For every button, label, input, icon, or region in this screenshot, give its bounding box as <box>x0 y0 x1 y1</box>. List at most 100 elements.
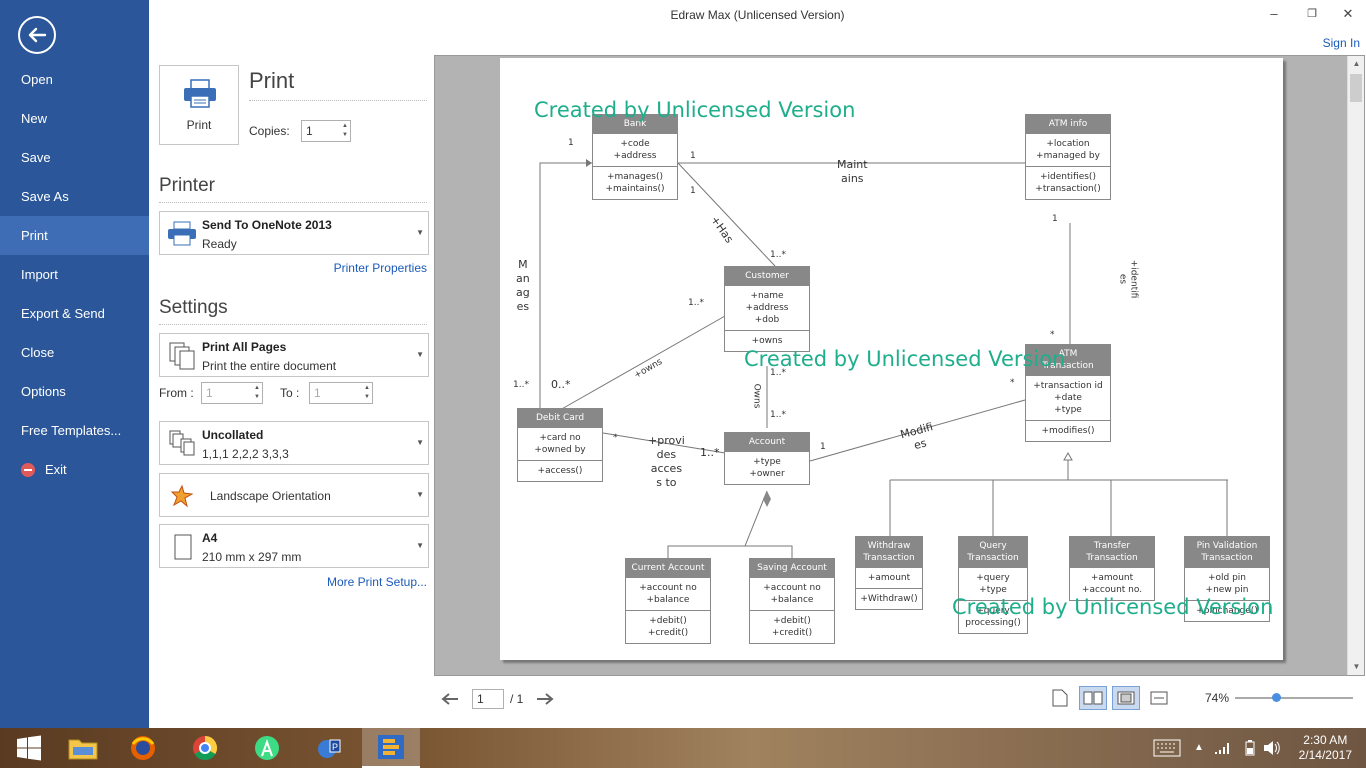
multiplicity: * <box>613 433 618 443</box>
svg-text:P: P <box>332 742 338 752</box>
multiplicity: 1..* <box>770 410 786 420</box>
sidebar-item-exit[interactable]: Exit <box>0 450 149 489</box>
page-number-input[interactable]: 1 <box>472 689 504 709</box>
sidebar-item-options[interactable]: Options <box>0 372 149 411</box>
paper-icon <box>174 534 192 560</box>
clock-date: 2/14/2017 <box>1298 748 1352 762</box>
sidebar-item-export-send[interactable]: Export & Send <box>0 294 149 333</box>
class-operations: +debit() +credit() <box>750 610 834 643</box>
uml-class-customer[interactable]: Customer +name +address +dob +owns <box>724 266 810 352</box>
uml-class-query-transaction[interactable]: Query Transaction +query +type +query pro… <box>958 536 1028 634</box>
scroll-thumb[interactable] <box>1350 74 1362 102</box>
scroll-down-icon[interactable]: ▼ <box>1348 659 1365 675</box>
taskbar-android-studio[interactable] <box>238 728 296 768</box>
preview-scrollbar[interactable]: ▲ ▼ <box>1347 56 1364 675</box>
from-stepper[interactable]: 1 ▲ ▼ <box>201 382 263 404</box>
two-page-view-icon[interactable] <box>1079 686 1107 710</box>
sidebar-item-save[interactable]: Save <box>0 138 149 177</box>
copies-label: Copies: <box>249 124 290 138</box>
restore-button[interactable]: ❐ <box>1298 4 1326 24</box>
pages-title: Print All Pages <box>202 340 287 354</box>
uml-class-debit-card[interactable]: Debit Card +card no +owned by +access() <box>517 408 603 482</box>
uml-class-current-account[interactable]: Current Account +account no +balance +deb… <box>625 558 711 644</box>
spin-arrows-icon[interactable]: ▲ ▼ <box>342 122 348 140</box>
spin-arrows-icon[interactable]: ▲ ▼ <box>364 384 370 402</box>
sign-in-link[interactable]: Sign In <box>1323 36 1360 50</box>
keyboard-icon[interactable] <box>1153 739 1181 757</box>
battery-icon[interactable] <box>1245 740 1255 756</box>
page-total: / 1 <box>510 692 524 706</box>
printer-status: Ready <box>202 237 237 251</box>
single-page-view-icon[interactable] <box>1046 686 1074 710</box>
sidebar-item-save-as[interactable]: Save As <box>0 177 149 216</box>
to-label: To : <box>280 386 300 400</box>
sidebar-item-open[interactable]: Open <box>0 60 149 99</box>
to-stepper[interactable]: 1 ▲ ▼ <box>309 382 373 404</box>
paper-size-select[interactable]: A4 210 mm x 297 mm ▼ <box>159 524 429 568</box>
collate-select[interactable]: Uncollated 1,1,1 2,2,2 3,3,3 ▼ <box>159 421 429 465</box>
class-operations: +modifies() <box>1026 420 1110 441</box>
class-name: Withdraw Transaction <box>856 537 922 567</box>
show-hidden-icons-icon[interactable]: ▲ <box>1194 742 1204 753</box>
scroll-up-icon[interactable]: ▲ <box>1348 56 1365 72</box>
collate-subtitle: 1,1,1 2,2,2 3,3,3 <box>202 447 289 461</box>
uml-class-bank[interactable]: Bank +code +address +manages() +maintains(… <box>592 114 678 200</box>
dropdown-arrow-icon: ▼ <box>416 438 424 447</box>
class-attributes: +account no +balance <box>750 577 834 610</box>
exit-icon <box>21 462 35 477</box>
multiplicity: 1 <box>690 151 696 161</box>
spin-arrows-icon[interactable]: ▲ ▼ <box>254 384 260 402</box>
multiplicity: 1..* <box>770 250 786 260</box>
collate-title: Uncollated <box>202 428 264 442</box>
taskbar-file-explorer[interactable] <box>54 728 112 768</box>
taskbar-firefox[interactable] <box>114 728 172 768</box>
label-manages: M an ag es <box>516 258 530 313</box>
printer-properties-link[interactable]: Printer Properties <box>334 261 427 275</box>
print-button[interactable]: Print <box>159 65 239 145</box>
system-clock[interactable]: 2:30 AM 2/14/2017 <box>1299 733 1352 763</box>
zoom-slider-thumb[interactable] <box>1272 693 1282 702</box>
close-button[interactable]: ✕ <box>1334 4 1362 24</box>
sidebar-item-new[interactable]: New <box>0 99 149 138</box>
start-button[interactable] <box>0 728 58 768</box>
edraw-icon <box>378 735 404 759</box>
sidebar-menu: Open New Save Save As Print Import Expor… <box>0 60 149 489</box>
sidebar-item-label: New <box>21 111 48 126</box>
pages-select[interactable]: Print All Pages Print the entire documen… <box>159 333 429 377</box>
back-button[interactable] <box>18 16 56 54</box>
minimize-button[interactable]: – <box>1260 4 1288 24</box>
printer-icon <box>184 79 216 108</box>
dropdown-arrow-icon: ▼ <box>416 228 424 237</box>
next-page-icon[interactable] <box>535 691 555 707</box>
fit-width-view-icon[interactable] <box>1145 686 1173 710</box>
sidebar-item-free-templates[interactable]: Free Templates... <box>0 411 149 450</box>
clock-time: 2:30 AM <box>1303 733 1348 747</box>
taskbar-edraw-max[interactable] <box>362 728 420 768</box>
printer-select[interactable]: Send To OneNote 2013 Ready ▼ <box>159 211 429 255</box>
orientation-select[interactable]: Landscape Orientation ▼ <box>159 473 429 517</box>
previous-page-icon[interactable] <box>440 691 460 707</box>
taskbar-app[interactable]: P <box>300 728 358 768</box>
from-label: From : <box>159 386 194 400</box>
volume-icon[interactable] <box>1263 740 1281 756</box>
uml-class-saving-account[interactable]: Saving Account +account no +balance +debi… <box>749 558 835 644</box>
uml-class-atm-info[interactable]: ATM info +location +managed by +identifie… <box>1025 114 1111 200</box>
class-attributes: +name +address +dob <box>725 285 809 330</box>
divider <box>249 100 427 101</box>
more-print-setup-link[interactable]: More Print Setup... <box>327 575 427 589</box>
paper-subtitle: 210 mm x 297 mm <box>202 550 302 564</box>
pages-icon <box>169 342 195 370</box>
uml-class-transfer-transaction[interactable]: Transfer Transaction +amount +account no. <box>1069 536 1155 601</box>
copies-stepper[interactable]: 1 ▲ ▼ <box>301 120 351 142</box>
window-title: Edraw Max (Unlicensed Version) <box>670 8 845 22</box>
sidebar-item-import[interactable]: Import <box>0 255 149 294</box>
taskbar-chrome[interactable] <box>176 728 234 768</box>
sidebar-item-close[interactable]: Close <box>0 333 149 372</box>
network-signal-icon[interactable] <box>1214 741 1232 755</box>
fit-page-view-icon[interactable] <box>1112 686 1140 710</box>
uml-class-withdraw-transaction[interactable]: Withdraw Transaction +amount +Withdraw() <box>855 536 923 610</box>
zoom-slider[interactable] <box>1235 693 1353 702</box>
multiplicity: 1..* <box>688 298 704 308</box>
sidebar-item-print[interactable]: Print <box>0 216 149 255</box>
uml-class-account[interactable]: Account +type +owner <box>724 432 810 485</box>
